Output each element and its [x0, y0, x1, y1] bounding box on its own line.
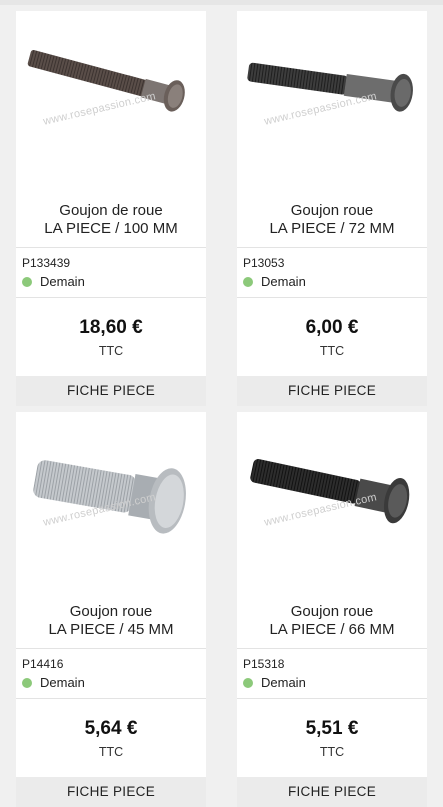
divider — [237, 648, 427, 649]
product-price: 5,64 € — [84, 718, 138, 739]
divider — [16, 698, 206, 699]
product-reference: P13053 — [243, 256, 285, 270]
availability-dot-icon — [22, 276, 32, 287]
divider — [237, 247, 427, 248]
product-card[interactable]: www.rosepassion.com Goujon roue LA PIECE… — [237, 412, 427, 777]
product-image[interactable]: www.rosepassion.com — [237, 412, 427, 592]
divider — [16, 648, 206, 649]
product-card[interactable]: www.rosepassion.com Goujon de roue LA PI… — [16, 11, 206, 376]
availability: Demain — [22, 675, 85, 690]
tax-label: TTC — [98, 344, 124, 358]
product-title-line1: Goujon de roue — [59, 202, 163, 219]
availability-dot-icon — [243, 276, 253, 287]
fiche-piece-button[interactable]: FICHE PIECE — [237, 376, 427, 406]
availability: Demain — [243, 675, 306, 690]
product-title-line2: LA PIECE / 100 MM — [44, 220, 178, 237]
product-image[interactable]: www.rosepassion.com — [237, 11, 427, 191]
divider — [16, 297, 206, 298]
fiche-piece-button[interactable]: FICHE PIECE — [16, 777, 206, 807]
product-reference: P14416 — [22, 657, 64, 671]
product-title: Goujon roue LA PIECE / 66 MM — [237, 603, 427, 639]
product-title-line2: LA PIECE / 72 MM — [269, 220, 395, 237]
product-card[interactable]: www.rosepassion.com Goujon roue LA PIECE… — [16, 412, 206, 777]
availability-label: Demain — [261, 675, 306, 690]
availability-label: Demain — [40, 274, 85, 289]
product-title-line1: Goujon roue — [290, 202, 374, 219]
availability-label: Demain — [40, 675, 85, 690]
product-price: 5,51 € — [305, 718, 359, 739]
product-reference: P133439 — [22, 256, 71, 270]
fiche-piece-button[interactable]: FICHE PIECE — [16, 376, 206, 406]
product-title-line2: LA PIECE / 45 MM — [48, 621, 174, 638]
product-title: Goujon roue LA PIECE / 45 MM — [16, 603, 206, 639]
product-card[interactable]: www.rosepassion.com Goujon roue LA PIECE… — [237, 11, 427, 376]
availability: Demain — [22, 274, 85, 289]
product-title: Goujon roue LA PIECE / 72 MM — [237, 202, 427, 238]
product-title-line1: Goujon roue — [290, 603, 374, 620]
availability-label: Demain — [261, 274, 306, 289]
product-title-line1: Goujon roue — [69, 603, 153, 620]
availability-dot-icon — [22, 677, 32, 688]
product-title-line2: LA PIECE / 66 MM — [269, 621, 395, 638]
product-price: 6,00 € — [305, 317, 359, 338]
tax-label: TTC — [319, 344, 345, 358]
product-image[interactable]: www.rosepassion.com — [16, 11, 206, 191]
divider — [237, 297, 427, 298]
fiche-piece-button[interactable]: FICHE PIECE — [237, 777, 427, 807]
tax-label: TTC — [98, 745, 124, 759]
product-image[interactable]: www.rosepassion.com — [16, 412, 206, 592]
availability: Demain — [243, 274, 306, 289]
product-reference: P15318 — [243, 657, 285, 671]
tax-label: TTC — [319, 745, 345, 759]
product-title: Goujon de roue LA PIECE / 100 MM — [16, 202, 206, 238]
divider — [237, 698, 427, 699]
product-price: 18,60 € — [79, 317, 143, 338]
divider — [16, 247, 206, 248]
availability-dot-icon — [243, 677, 253, 688]
product-grid: www.rosepassion.com Goujon de roue LA PI… — [0, 0, 443, 807]
